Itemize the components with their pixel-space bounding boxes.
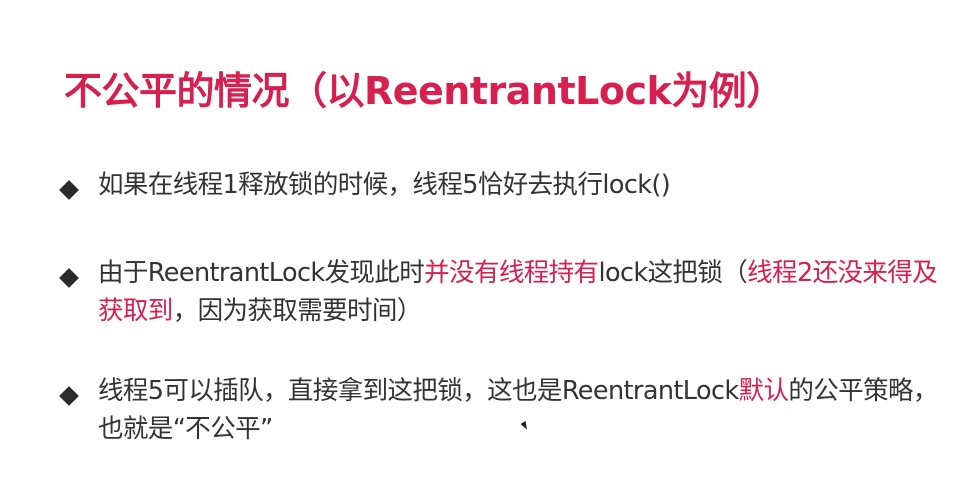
bullet-2-segment-1: 由于ReentrantLock发现此时: [98, 258, 425, 288]
bullet-2-highlight-1: 并没有线程持有: [424, 258, 599, 288]
diamond-bullet-icon: [59, 386, 79, 406]
bullet-2-segment-5: ，因为获取需要时间）: [172, 296, 423, 326]
slide-title: 不公平的情况（以ReentrantLock为例）: [64, 69, 784, 113]
bullet-1-segment-1: 如果在线程1释放锁的时候，线程5恰好去执行lock(): [98, 170, 671, 200]
bullet-3-segment-1: 线程5可以插队，直接拿到这把锁，这也是ReentrantLock: [98, 376, 739, 406]
slide: 不公平的情况（以ReentrantLock为例） 如果在线程1释放锁的时候，线程…: [0, 0, 964, 498]
bullet-text-1: 如果在线程1释放锁的时候，线程5恰好去执行lock(): [98, 166, 948, 204]
bullet-2-segment-3: lock这把锁（: [598, 258, 748, 288]
diamond-bullet-icon: [59, 268, 79, 288]
bullet-text-2: 由于ReentrantLock发现此时并没有线程持有lock这把锁（线程2还没来…: [98, 254, 948, 330]
diamond-bullet-icon: [59, 180, 79, 200]
bullet-text-3: 线程5可以插队，直接拿到这把锁，这也是ReentrantLock默认的公平策略，…: [98, 372, 948, 448]
bullet-3-highlight-1: 默认: [738, 376, 789, 406]
